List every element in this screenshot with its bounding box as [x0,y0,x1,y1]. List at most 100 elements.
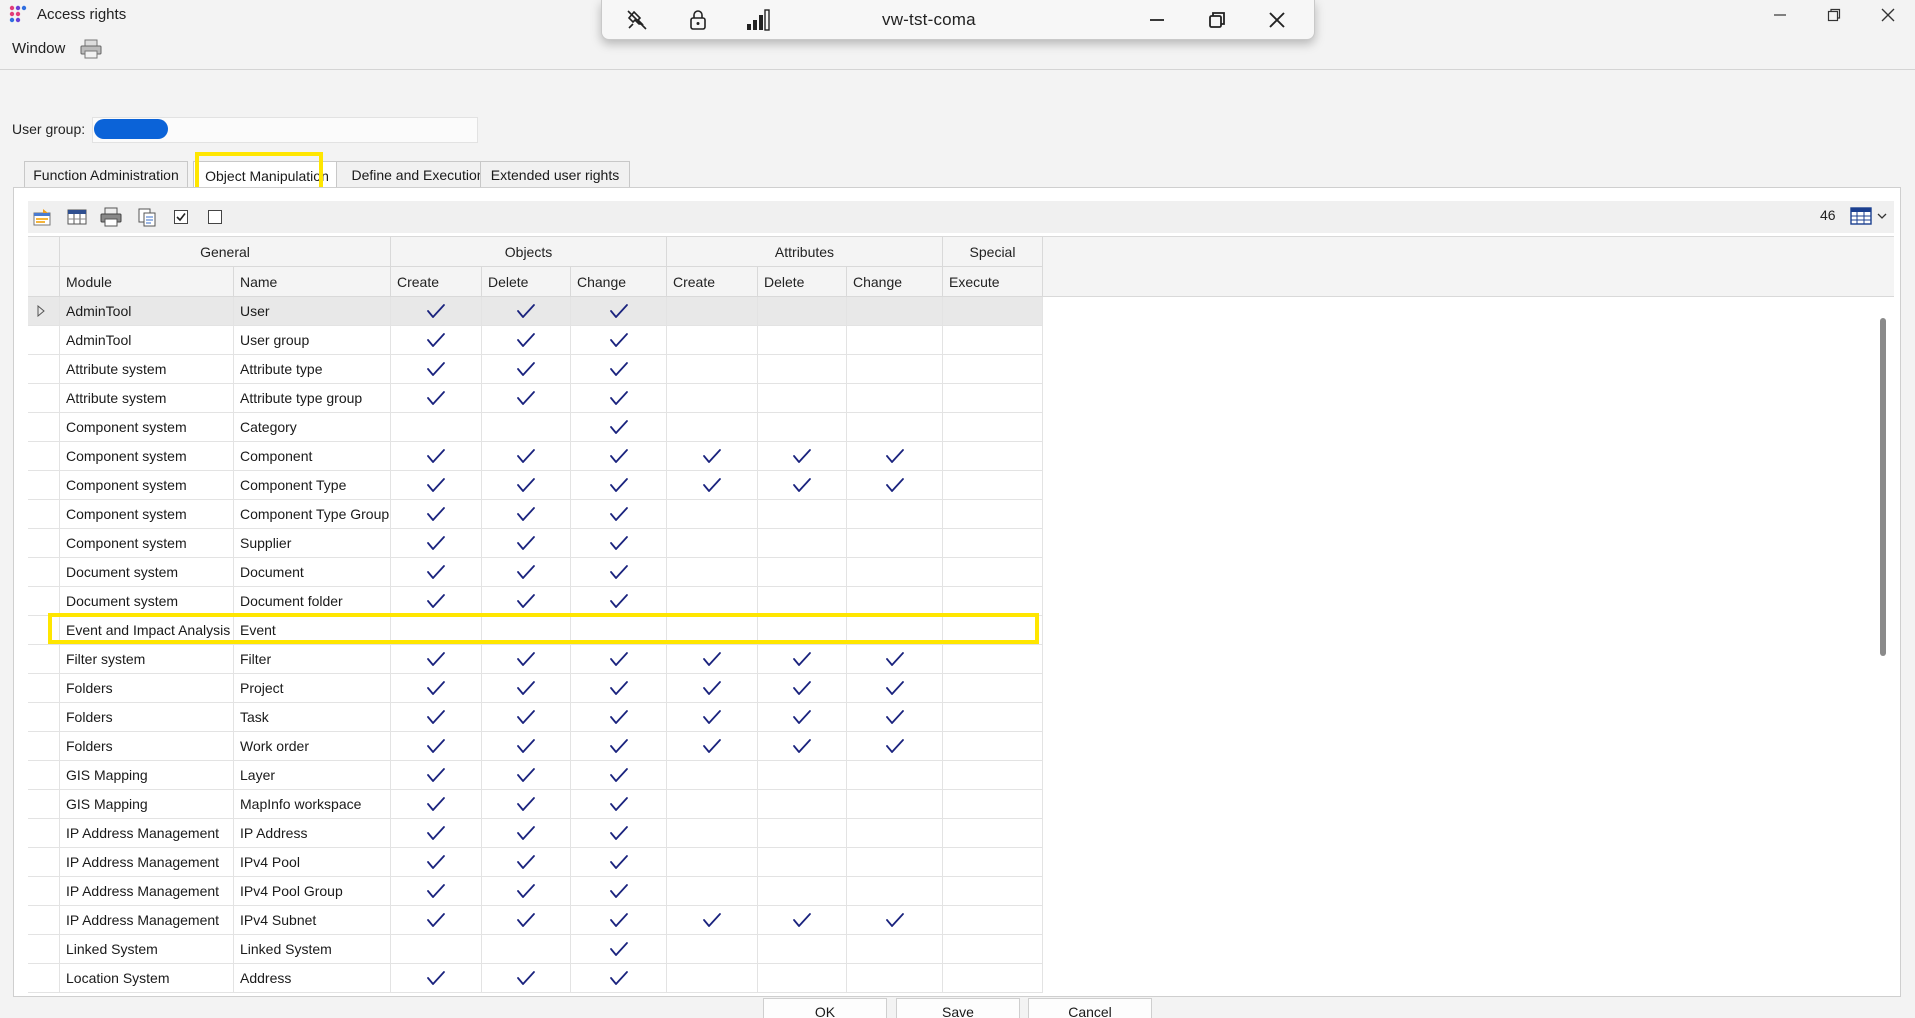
cell-objects-delete[interactable] [482,819,571,847]
cell-attributes-delete[interactable] [758,964,847,992]
table-row[interactable]: Component system Component [28,442,1043,471]
table-row[interactable]: IP Address Management IPv4 Pool Group [28,877,1043,906]
cell-objects-create[interactable] [391,326,482,354]
table-row[interactable]: IP Address Management IPv4 Subnet [28,906,1043,935]
rd-restore-button[interactable] [1204,8,1230,32]
cell-objects-create[interactable] [391,964,482,992]
cell-special-execute[interactable] [943,297,1043,325]
cell-attributes-create[interactable] [667,471,758,499]
cell-attributes-change[interactable] [847,384,943,412]
table-row[interactable]: AdminTool User [28,297,1043,326]
export-button[interactable] [32,207,54,227]
cell-objects-create[interactable] [391,616,482,644]
cell-attributes-delete[interactable] [758,877,847,905]
table-row[interactable]: IP Address Management IPv4 Pool [28,848,1043,877]
cell-objects-delete[interactable] [482,761,571,789]
rd-close-button[interactable] [1264,8,1290,32]
cell-special-execute[interactable] [943,471,1043,499]
minimize-button[interactable] [1753,0,1807,30]
cell-objects-change[interactable] [571,935,667,963]
uncheck-all-button[interactable] [204,207,226,227]
cell-objects-delete[interactable] [482,616,571,644]
cell-special-execute[interactable] [943,645,1043,673]
cell-objects-delete[interactable] [482,587,571,615]
cell-special-execute[interactable] [943,732,1043,760]
table-row[interactable]: Attribute system Attribute type group [28,384,1043,413]
print-icon[interactable] [80,39,102,59]
menu-window[interactable]: Window [12,40,65,57]
table-row[interactable]: GIS Mapping MapInfo workspace [28,790,1043,819]
row-indicator[interactable] [28,761,60,789]
cell-objects-change[interactable] [571,326,667,354]
cell-objects-change[interactable] [571,761,667,789]
cell-objects-create[interactable] [391,529,482,557]
cell-objects-change[interactable] [571,732,667,760]
cell-attributes-delete[interactable] [758,326,847,354]
cell-objects-create[interactable] [391,848,482,876]
cell-special-execute[interactable] [943,616,1043,644]
row-indicator[interactable] [28,384,60,412]
cell-objects-create[interactable] [391,558,482,586]
cell-objects-change[interactable] [571,558,667,586]
cell-special-execute[interactable] [943,587,1043,615]
cell-special-execute[interactable] [943,326,1043,354]
cell-attributes-change[interactable] [847,761,943,789]
cell-objects-change[interactable] [571,471,667,499]
table-row[interactable]: Document system Document folder [28,587,1043,616]
cell-attributes-delete[interactable] [758,935,847,963]
cell-attributes-change[interactable] [847,413,943,441]
cell-attributes-delete[interactable] [758,819,847,847]
row-indicator[interactable] [28,587,60,615]
cell-attributes-create[interactable] [667,732,758,760]
row-indicator[interactable] [28,790,60,818]
cell-attributes-delete[interactable] [758,529,847,557]
cell-special-execute[interactable] [943,355,1043,383]
cell-objects-delete[interactable] [482,326,571,354]
cell-attributes-delete[interactable] [758,384,847,412]
cell-attributes-change[interactable] [847,442,943,470]
cell-attributes-delete[interactable] [758,906,847,934]
cell-objects-create[interactable] [391,935,482,963]
row-indicator[interactable] [28,355,60,383]
cell-attributes-change[interactable] [847,500,943,528]
row-indicator[interactable] [28,964,60,992]
cell-attributes-delete[interactable] [758,645,847,673]
table-row[interactable]: AdminTool User group [28,326,1043,355]
cell-objects-create[interactable] [391,906,482,934]
cell-objects-create[interactable] [391,355,482,383]
cell-objects-delete[interactable] [482,964,571,992]
cell-attributes-change[interactable] [847,674,943,702]
table-row[interactable]: Document system Document [28,558,1043,587]
cell-attributes-create[interactable] [667,906,758,934]
row-indicator[interactable] [28,500,60,528]
cell-attributes-create[interactable] [667,819,758,847]
cell-objects-create[interactable] [391,703,482,731]
cell-objects-delete[interactable] [482,355,571,383]
row-indicator[interactable] [28,877,60,905]
cell-attributes-delete[interactable] [758,761,847,789]
cell-attributes-create[interactable] [667,790,758,818]
row-indicator[interactable] [28,558,60,586]
cell-objects-create[interactable] [391,819,482,847]
row-indicator[interactable] [28,326,60,354]
row-indicator[interactable] [28,935,60,963]
table-row[interactable]: Component system Category [28,413,1043,442]
cell-attributes-create[interactable] [667,877,758,905]
cell-special-execute[interactable] [943,819,1043,847]
cell-objects-delete[interactable] [482,703,571,731]
cell-objects-delete[interactable] [482,674,571,702]
cell-objects-create[interactable] [391,645,482,673]
table-row[interactable]: Folders Work order [28,732,1043,761]
cell-special-execute[interactable] [943,761,1043,789]
cell-objects-create[interactable] [391,674,482,702]
lock-button[interactable] [685,8,711,32]
cell-attributes-change[interactable] [847,616,943,644]
cell-objects-create[interactable] [391,297,482,325]
cell-objects-delete[interactable] [482,413,571,441]
tab-function-administration[interactable]: Function Administration [24,161,188,188]
cell-attributes-delete[interactable] [758,355,847,383]
cell-attributes-delete[interactable] [758,703,847,731]
cell-attributes-delete[interactable] [758,587,847,615]
cell-special-execute[interactable] [943,935,1043,963]
cell-special-execute[interactable] [943,674,1043,702]
